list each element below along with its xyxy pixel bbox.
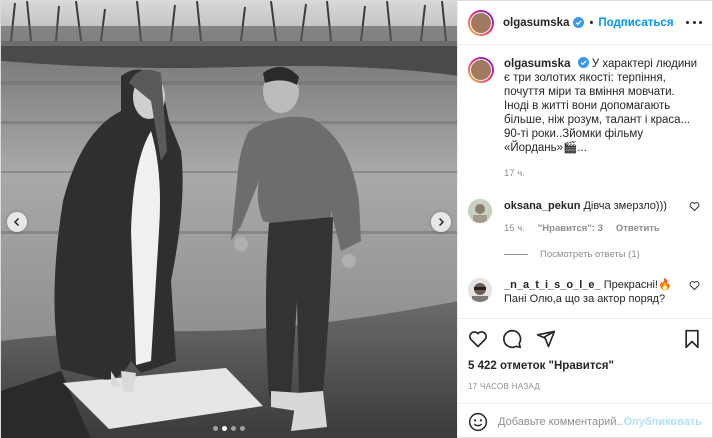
comment-item: oksana_pekun Дівча змерзло))) 15 ч. "Нра… bbox=[468, 199, 702, 236]
carousel-indicator bbox=[1, 426, 457, 431]
comment-body: oksana_pekun Дівча змерзло))) 15 ч. "Нра… bbox=[504, 199, 702, 236]
author-username[interactable]: olgasumska bbox=[503, 17, 569, 29]
caption: olgasumska У характері людини є три золо… bbox=[468, 57, 702, 181]
carousel-dot bbox=[231, 426, 236, 431]
comment-item: _n_a_t_i_s_o_l_e_ Прекрасні!🔥Пані Олю,а … bbox=[468, 278, 702, 306]
comment-author[interactable]: _n_a_t_i_s_o_l_e_ bbox=[504, 279, 601, 291]
add-comment-bar: Опубликовать bbox=[458, 403, 712, 438]
caption-text-line2: 90-ті роки..Зйомки фільму «Йордань»🎬... bbox=[504, 128, 644, 154]
publish-button[interactable]: Опубликовать bbox=[623, 416, 702, 428]
emoji-icon[interactable] bbox=[468, 412, 488, 432]
bookmark-icon[interactable] bbox=[682, 329, 702, 349]
reply-button[interactable]: Ответить bbox=[616, 222, 660, 236]
comments-list: olgasumska У характері людини є три золо… bbox=[458, 45, 712, 318]
heart-icon[interactable] bbox=[689, 280, 700, 291]
comment-likes[interactable]: "Нравится": 3 bbox=[538, 222, 603, 236]
likes-count[interactable]: 5 422 отметок "Нравится" bbox=[458, 360, 712, 372]
caption-avatar[interactable] bbox=[468, 57, 494, 83]
chevron-right-icon bbox=[438, 217, 445, 227]
view-replies-button[interactable]: Посмотреть ответы (1) bbox=[504, 249, 702, 260]
heart-icon[interactable] bbox=[468, 329, 488, 349]
carousel-dot-active bbox=[222, 426, 227, 431]
post-timestamp[interactable]: 17 часов назад bbox=[458, 382, 712, 391]
comment-icon[interactable] bbox=[502, 329, 522, 349]
comment-time[interactable]: 15 ч. bbox=[504, 222, 525, 236]
view-replies-label: Посмотреть ответы (1) bbox=[540, 249, 640, 260]
post-modal: olgasumska • Подписаться olgasumska У ха… bbox=[0, 0, 713, 438]
post-header: olgasumska • Подписаться bbox=[458, 1, 712, 45]
more-icon[interactable] bbox=[686, 20, 702, 25]
comment-body: _n_a_t_i_s_o_l_e_ Прекрасні!🔥Пані Олю,а … bbox=[504, 278, 702, 306]
next-photo-button[interactable] bbox=[431, 212, 451, 232]
heart-icon[interactable] bbox=[689, 201, 700, 212]
comment-author[interactable]: oksana_pekun bbox=[504, 200, 580, 212]
caption-time[interactable]: 17 ч. bbox=[504, 167, 702, 181]
comment-input[interactable] bbox=[498, 415, 624, 428]
replies-line bbox=[504, 254, 528, 255]
verified-icon bbox=[577, 57, 589, 68]
caption-body: olgasumska У характері людини є три золо… bbox=[504, 57, 702, 181]
prev-photo-button[interactable] bbox=[7, 212, 27, 232]
chevron-left-icon bbox=[13, 217, 20, 227]
carousel-dot bbox=[213, 426, 218, 431]
commenter-avatar[interactable] bbox=[468, 278, 492, 302]
post-side-panel: olgasumska • Подписаться olgasumska У ха… bbox=[457, 1, 712, 438]
comment-text: Дівча змерзло))) bbox=[583, 200, 667, 212]
comment-meta: 15 ч. "Нравится": 3 Ответить bbox=[504, 222, 680, 236]
author-avatar[interactable] bbox=[468, 9, 494, 36]
caption-author[interactable]: olgasumska bbox=[504, 58, 570, 70]
photo-image bbox=[1, 1, 457, 438]
header-separator: • bbox=[589, 16, 594, 29]
share-icon[interactable] bbox=[536, 329, 556, 349]
follow-button[interactable]: Подписаться bbox=[598, 17, 673, 29]
post-photo[interactable] bbox=[1, 1, 457, 438]
carousel-dot bbox=[240, 426, 245, 431]
post-actions bbox=[458, 318, 712, 358]
verified-icon bbox=[573, 17, 585, 28]
commenter-avatar[interactable] bbox=[468, 199, 492, 223]
